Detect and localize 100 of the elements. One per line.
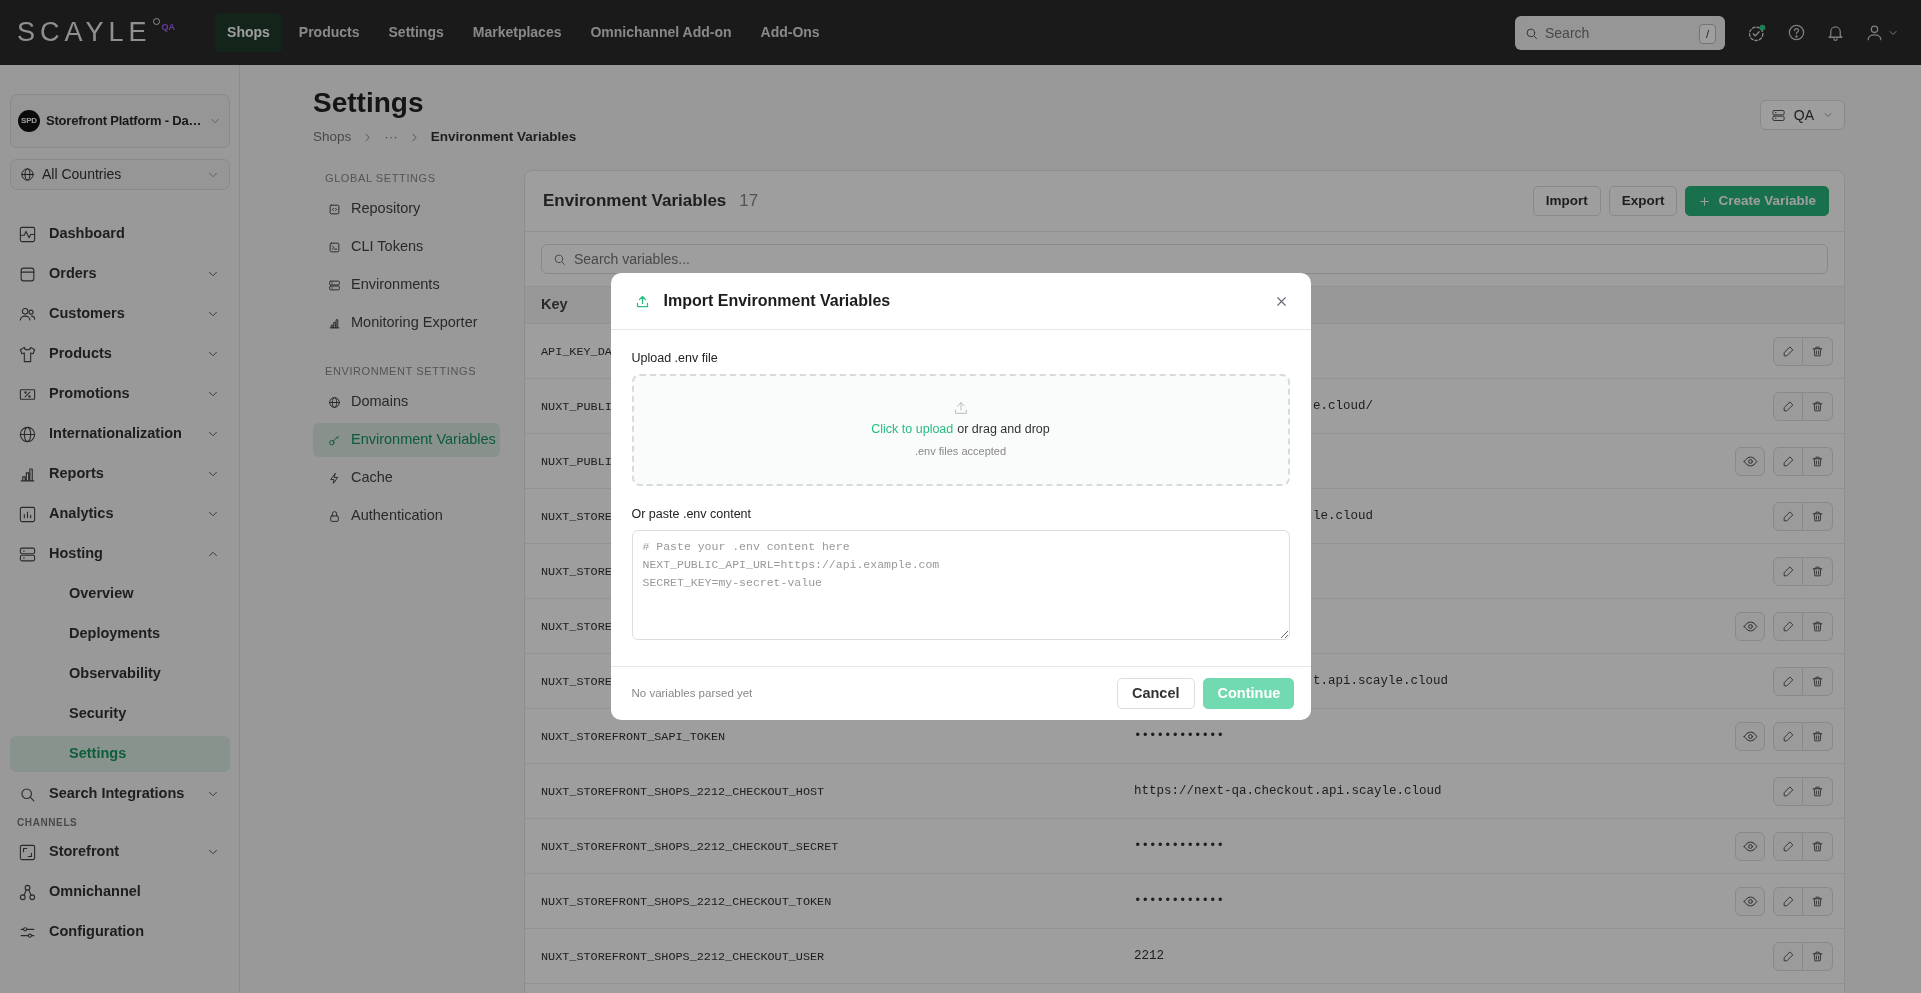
settings-nav-item[interactable]: Monitoring Exporter — [313, 306, 500, 340]
env-content-field[interactable]: # Paste your .env content here NEXT_PUBLIC_API_URL=https://api.example.com SECRET_KEY=my-secret-value — [631, 530, 1290, 640]
sidebar-subitem[interactable]: Observability — [10, 654, 230, 694]
nav-link[interactable]: Omnichannel Add-on — [578, 13, 744, 52]
trash-icon — [1811, 949, 1824, 963]
trash-icon — [1811, 399, 1824, 413]
nodes-icon — [18, 882, 37, 902]
terminal-icon — [328, 240, 341, 254]
settings-nav-item[interactable]: Repository — [313, 192, 500, 226]
settings-nav-item[interactable]: CLI Tokens — [313, 230, 500, 264]
sidebar-item[interactable]: Products — [10, 334, 230, 374]
edit-button[interactable] — [1773, 831, 1803, 861]
nav-link[interactable]: Shops — [215, 13, 282, 52]
sidebar-item[interactable]: Storefront — [10, 832, 230, 872]
reveal-button[interactable] — [1735, 831, 1765, 861]
delete-button[interactable] — [1803, 831, 1833, 861]
settings-nav-item[interactable]: Domains — [313, 385, 500, 419]
status-icon — [1747, 22, 1767, 43]
settings-nav-item[interactable]: Cache — [313, 461, 500, 495]
delete-button[interactable] — [1803, 941, 1833, 971]
edit-button[interactable] — [1773, 666, 1803, 696]
cancel-button[interactable]: Cancel — [1116, 678, 1195, 709]
sidebar-subitem[interactable]: Security — [10, 694, 230, 734]
sidebar-subitem[interactable]: Overview — [10, 574, 230, 614]
edit-button[interactable] — [1773, 886, 1803, 916]
sidebar-item[interactable]: Internationalization — [10, 414, 230, 454]
action-button[interactable]: Export — [1608, 186, 1678, 216]
delete-button[interactable] — [1803, 336, 1833, 366]
sidebar-item[interactable]: Customers — [10, 294, 230, 334]
delete-button[interactable] — [1803, 721, 1833, 751]
edit-button[interactable] — [1773, 391, 1803, 421]
table-cell: •••••••••••• — [1134, 893, 1224, 908]
eye-icon — [1742, 893, 1758, 909]
delete-button[interactable] — [1803, 446, 1833, 476]
nav-link[interactable]: Add-Ons — [748, 13, 832, 52]
edit-button[interactable] — [1773, 501, 1803, 531]
file-hint: .env files accepted — [914, 444, 1007, 460]
trash-icon — [1811, 729, 1824, 743]
nav-link[interactable]: Settings — [376, 13, 456, 52]
user-icon — [1865, 23, 1884, 42]
table-cell: API_KEY_DA — [541, 345, 612, 360]
edit-button[interactable] — [1773, 446, 1803, 476]
pencil-icon — [1781, 894, 1795, 908]
sidebar-item[interactable]: Promotions — [10, 374, 230, 414]
sidebar-item[interactable]: Search Integrations — [10, 774, 230, 814]
sidebar-item[interactable]: Reports — [10, 454, 230, 494]
bar-chart-icon — [328, 316, 341, 330]
sidebar-item[interactable]: Configuration — [10, 912, 230, 952]
code-icon — [328, 202, 341, 216]
sidebar-item[interactable]: Dashboard — [10, 214, 230, 254]
delete-button[interactable] — [1803, 666, 1833, 696]
pencil-icon — [1781, 729, 1795, 743]
delete-button[interactable] — [1803, 391, 1833, 421]
settings-nav-item[interactable]: Environments — [313, 268, 500, 302]
table-cell: NUXT_STORE — [541, 565, 612, 580]
edit-button[interactable] — [1773, 941, 1803, 971]
table-cell: NUXT_STOREFRONT_SHOPS_2212_CHECKOUT_USER — [541, 950, 825, 965]
upload-icon — [634, 293, 650, 309]
reveal-button[interactable] — [1735, 721, 1765, 751]
reveal-button[interactable] — [1735, 446, 1765, 476]
trash-icon — [1811, 509, 1824, 523]
search-field[interactable]: Search variables... — [541, 244, 1828, 274]
breadcrumb-item[interactable]: ··· — [384, 126, 398, 148]
search-icon — [552, 252, 567, 267]
edit-button[interactable] — [1773, 611, 1803, 641]
trash-icon — [1811, 619, 1824, 633]
pencil-icon — [1781, 949, 1795, 963]
parse-status: No variables parsed yet — [631, 685, 754, 701]
breadcrumb-item[interactable]: Shops — [313, 126, 352, 148]
delete-button[interactable] — [1803, 556, 1833, 586]
sidebar-subitem[interactable]: Deployments — [10, 614, 230, 654]
sidebar-item[interactable]: Hosting — [10, 534, 230, 574]
user-menu[interactable] — [1865, 23, 1899, 42]
reveal-button[interactable] — [1735, 886, 1765, 916]
pencil-icon — [1781, 839, 1795, 853]
table-cell: NUXT_STOREFRONT_SHOPS_2212_CHECKOUT_HOST — [541, 785, 825, 800]
delete-button[interactable] — [1803, 886, 1833, 916]
table-cell: NUXT_STOREFRONT_SHOPS_2212_CHECKOUT_TOKEN — [541, 895, 832, 910]
drop-zone[interactable]: Click to upload or drag and drop .env files accepted — [631, 374, 1290, 486]
country-selector[interactable]: All Countries — [10, 159, 230, 190]
edit-button[interactable] — [1773, 776, 1803, 806]
shirt-icon — [18, 344, 37, 364]
reveal-button[interactable] — [1735, 611, 1765, 641]
action-button[interactable]: Import — [1532, 186, 1601, 216]
edit-button[interactable] — [1773, 556, 1803, 586]
edit-button[interactable] — [1773, 721, 1803, 751]
server-icon — [328, 278, 341, 292]
delete-button[interactable] — [1803, 776, 1833, 806]
settings-nav-item[interactable]: Authentication — [313, 499, 500, 533]
nav-link[interactable]: Marketplaces — [460, 13, 574, 52]
sidebar-item[interactable]: Orders — [10, 254, 230, 294]
sidebar-item[interactable]: Omnichannel — [10, 872, 230, 912]
delete-button[interactable] — [1803, 501, 1833, 531]
shop-selector[interactable]: SPD Storefront Platform - Da… — [10, 94, 230, 148]
edit-button[interactable] — [1773, 336, 1803, 366]
table-cell: https://next-qa.checkout.api.scayle.cloud — [1134, 783, 1442, 798]
delete-button[interactable] — [1803, 611, 1833, 641]
nav-link[interactable]: Products — [286, 13, 372, 52]
environment-selector[interactable]: QA — [1759, 100, 1845, 130]
sidebar-item[interactable]: Analytics — [10, 494, 230, 534]
